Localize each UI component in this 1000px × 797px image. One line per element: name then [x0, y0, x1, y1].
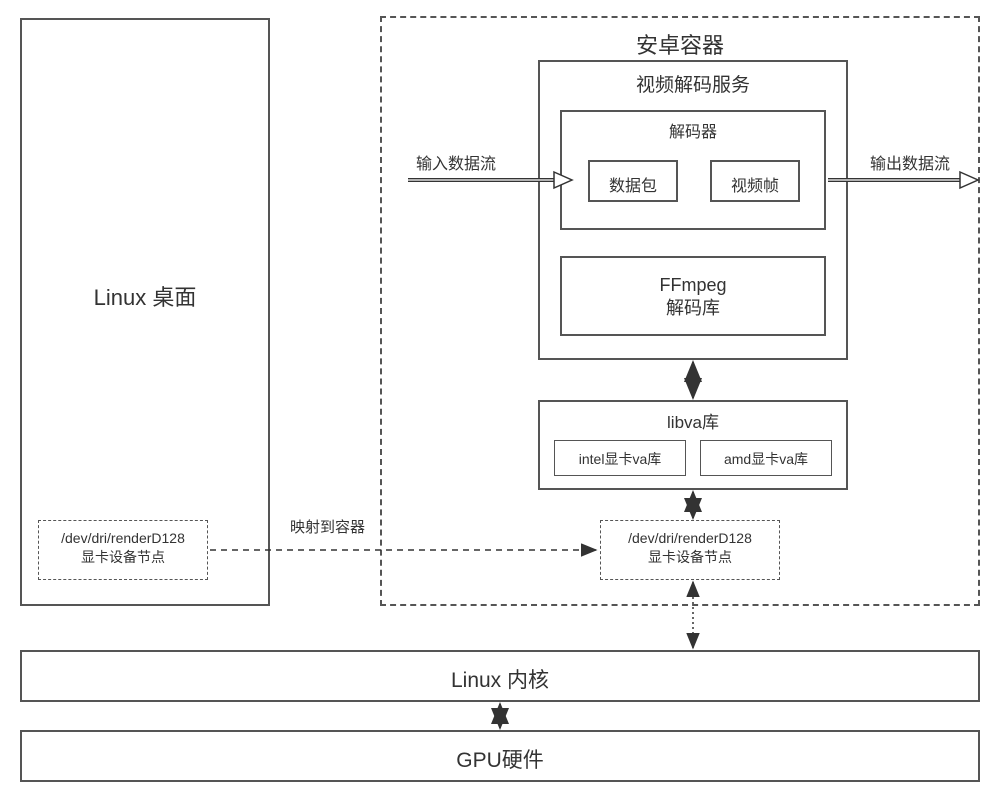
gpu-hardware-box: GPU硬件 [20, 730, 980, 782]
gpu-hardware-label: GPU硬件 [22, 744, 978, 774]
linux-desktop-box: Linux 桌面 [20, 18, 270, 606]
packet-label: 数据包 [590, 172, 676, 196]
linux-dev-node-path: /dev/dri/renderD128 显卡设备节点 [39, 529, 207, 567]
decoder-title: 解码器 [562, 118, 824, 142]
output-stream-label: 输出数据流 [870, 150, 950, 174]
ffmpeg-name: FFmpeg [659, 275, 726, 295]
video-service-title: 视频解码服务 [540, 70, 846, 97]
linux-kernel-label: Linux 内核 [22, 664, 978, 694]
android-dev-node-path: /dev/dri/renderD128 [628, 530, 752, 546]
linux-dev-node-box: /dev/dri/renderD128 显卡设备节点 [38, 520, 208, 580]
ffmpeg-desc: 解码库 [666, 298, 720, 318]
linux-kernel-box: Linux 内核 [20, 650, 980, 702]
dev-node-path-text: /dev/dri/renderD128 [61, 530, 185, 546]
android-dev-node-label: /dev/dri/renderD128 显卡设备节点 [601, 529, 779, 567]
intel-va-label: intel显卡va库 [555, 449, 685, 469]
libva-title: libva库 [540, 408, 846, 433]
dev-node-desc-text: 显卡设备节点 [81, 549, 165, 565]
linux-desktop-title: Linux 桌面 [22, 280, 268, 312]
amd-va-box: amd显卡va库 [700, 440, 832, 476]
android-container-title: 安卓容器 [382, 28, 978, 60]
ffmpeg-box: FFmpeg 解码库 [560, 256, 826, 336]
frame-box: 视频帧 [710, 160, 800, 202]
frame-label: 视频帧 [712, 172, 798, 196]
android-dev-node-desc: 显卡设备节点 [648, 549, 732, 565]
amd-va-label: amd显卡va库 [701, 449, 831, 469]
intel-va-box: intel显卡va库 [554, 440, 686, 476]
input-stream-label: 输入数据流 [416, 150, 496, 174]
android-dev-node-box: /dev/dri/renderD128 显卡设备节点 [600, 520, 780, 580]
ffmpeg-label: FFmpeg 解码库 [562, 274, 824, 321]
packet-box: 数据包 [588, 160, 678, 202]
mapping-label: 映射到容器 [290, 516, 365, 537]
